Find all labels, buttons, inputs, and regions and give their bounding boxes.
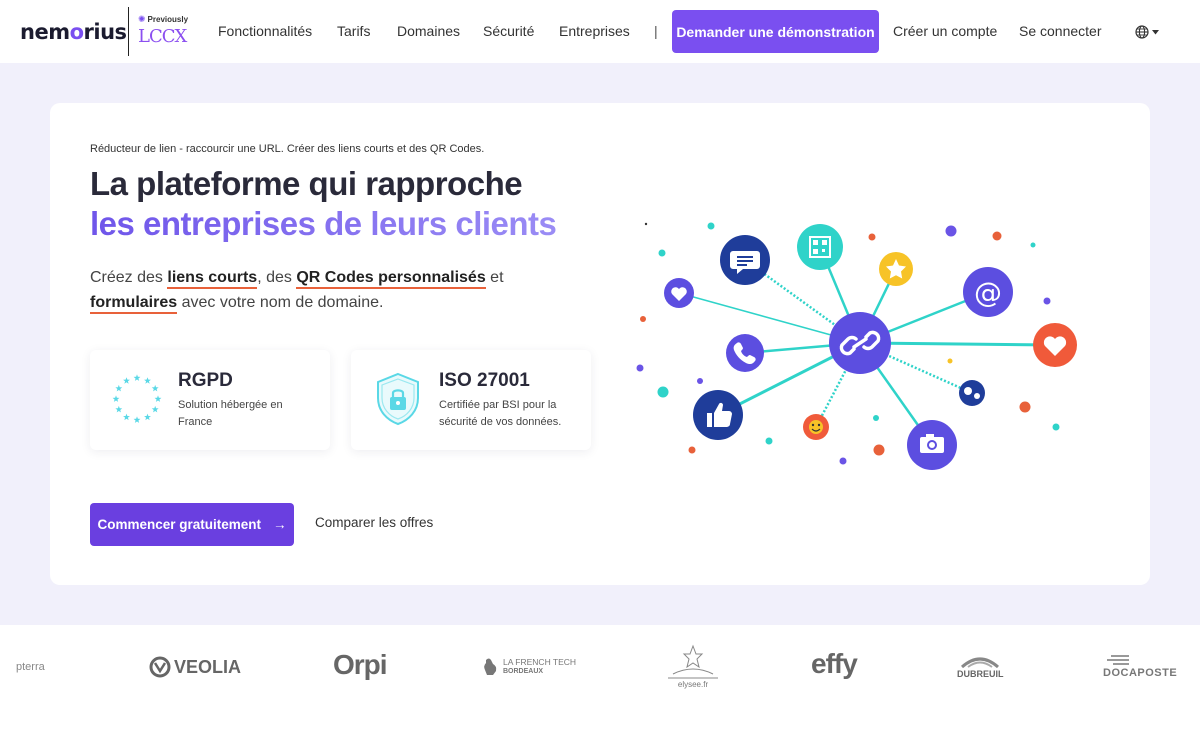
previously-brand: ✺ Previously LCCX: [138, 14, 198, 50]
language-selector[interactable]: [1135, 24, 1163, 40]
nav-link-securite[interactable]: Sécurité: [483, 23, 534, 39]
brand-logo-pterra: pterra: [16, 661, 45, 673]
compare-offers-link[interactable]: Comparer les offres: [315, 515, 433, 530]
eu-star: [123, 413, 130, 421]
request-demo-button[interactable]: Demander une démonstration: [672, 10, 879, 53]
hero-title-line1: La plateforme qui rapproche: [90, 165, 523, 202]
feature-title: RGPD: [178, 370, 233, 391]
hero-tagline: Réducteur de lien - raccourcir une URL. …: [90, 143, 485, 155]
nav-link-fonctionnalites[interactable]: Fonctionnalités: [218, 23, 312, 39]
start-free-button[interactable]: Commencer gratuitement →: [90, 503, 294, 546]
shield-lock-icon: [377, 372, 419, 426]
docaposte-mark-icon: [1107, 655, 1129, 665]
eu-star: [154, 395, 162, 402]
nav-link-entreprises[interactable]: Entreprises: [559, 23, 630, 39]
nemorius-logo[interactable]: nemorius: [20, 20, 127, 44]
eu-star: [144, 413, 151, 421]
eu-star: [115, 384, 123, 392]
brand-logo-veolia: VEOLIA: [149, 656, 241, 678]
globe-icon: [1135, 25, 1149, 39]
feature-card-rgpd: RGPD Solution hébergée en France: [90, 350, 330, 450]
caret-down-icon: [1152, 29, 1159, 34]
feature-title: ISO 27001: [439, 370, 530, 391]
highlight-short-links: liens courts: [167, 269, 258, 289]
highlight-qr-codes: QR Codes personnalisés: [296, 269, 486, 289]
feature-description: Solution hébergée en France: [178, 399, 283, 428]
nav-link-domaines[interactable]: Domaines: [397, 23, 460, 39]
hero-title-line2: les entreprises de leurs clients: [90, 205, 557, 242]
feature-card-iso: ISO 27001 Certifiée par BSI pour la sécu…: [351, 350, 591, 450]
brand-logo-orpi: Orpi: [333, 649, 388, 680]
brand-logo-dubreuil: DUBREUIL: [957, 653, 1004, 679]
logo-divider: [128, 7, 129, 56]
brand-logo-french-tech: LA FRENCH TECH BORDEAUX: [482, 657, 576, 677]
elysee-emblem-icon: [668, 644, 718, 679]
eu-star: [144, 377, 151, 384]
create-account-link[interactable]: Créer un compte: [893, 23, 997, 39]
eu-star: [151, 405, 159, 413]
eu-star: [133, 374, 141, 381]
veolia-mark-icon: [149, 656, 171, 678]
network-illustration: @: [636, 222, 1077, 470]
svg-text:@: @: [974, 276, 1002, 309]
arrow-right-icon: →: [273, 517, 287, 532]
eu-star: [123, 377, 130, 384]
rooster-icon: [484, 658, 497, 675]
brand-logo-docaposte: DOCAPOSTE: [1103, 655, 1177, 679]
previous-brand-logo: LCCX: [138, 26, 187, 47]
nav-link-tarifs[interactable]: Tarifs: [337, 23, 370, 39]
eu-star: [115, 405, 123, 413]
badge-star-icon: ✺: [138, 14, 146, 24]
hero-subtitle: Créez des liens courts, des QR Codes per…: [90, 265, 550, 315]
eu-stars-icon: [112, 374, 162, 423]
nav-separator: |: [654, 23, 658, 39]
highlight-forms: formulaires: [90, 294, 178, 314]
login-link[interactable]: Se connecter: [1019, 23, 1102, 39]
top-navigation: nemorius ✺ Previously LCCX Fonctionnalité…: [0, 0, 1200, 63]
dubreuil-mark-icon: [961, 657, 1000, 669]
eu-star: [112, 395, 120, 402]
feature-description: Certifiée par BSI pour la sécurité de vo…: [439, 399, 562, 428]
eu-star: [151, 384, 159, 392]
brand-logo-elysee: elysee.fr: [668, 644, 718, 689]
client-logos-strip: [0, 625, 1200, 750]
eu-star: [133, 416, 141, 423]
brand-logo-effy: effy: [811, 648, 858, 679]
